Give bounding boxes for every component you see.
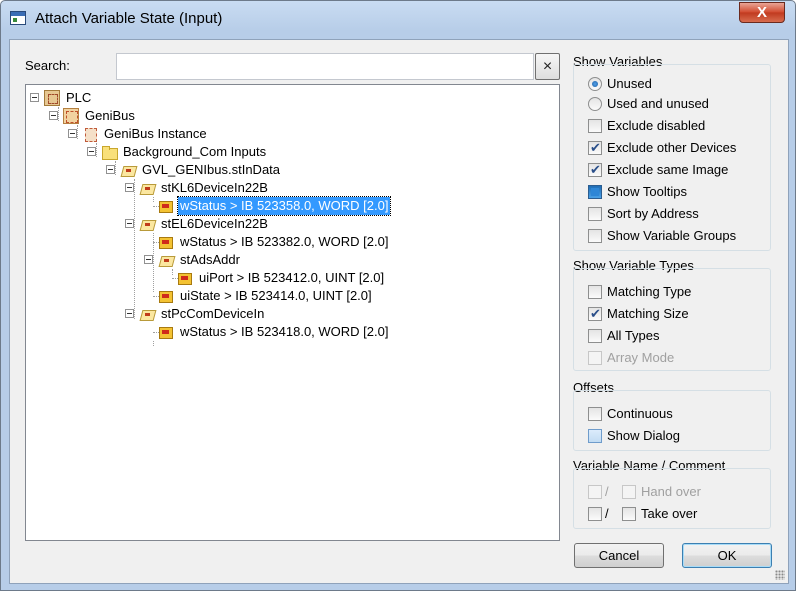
window-title: Attach Variable State (Input) (35, 10, 223, 27)
search-input[interactable] (116, 53, 534, 80)
collapse-toggle[interactable] (49, 111, 58, 120)
instance-icon (82, 126, 98, 142)
tree-connector (172, 269, 173, 275)
struct-icon (158, 252, 174, 268)
dialog-window: Attach Variable State (Input) X Search: … (0, 0, 796, 591)
checkbox-disabled (588, 485, 602, 499)
tree-node-label: stAdsAddr (180, 252, 240, 267)
tree-node-label: GVL_GENIbus.stInData (142, 162, 281, 177)
variable-icon (158, 324, 174, 340)
show-dialog-label: Show Dialog (607, 428, 680, 443)
collapse-toggle[interactable] (106, 165, 115, 174)
tree-node-label: Background_Com Inputs (123, 144, 267, 159)
tree-connector (58, 107, 59, 121)
variable-icon (158, 234, 174, 250)
hand-over-label: Hand over (641, 484, 701, 499)
collapse-toggle[interactable] (30, 93, 39, 102)
tree-connector (77, 125, 78, 139)
struct-icon (120, 162, 136, 178)
tree-connector (153, 197, 154, 202)
variable-tree[interactable]: PLC GeniBus GeniBus Instance Background_… (25, 84, 560, 541)
checkbox-indeterminate[interactable] (588, 185, 602, 199)
folder-icon (101, 144, 118, 160)
checkbox-disabled (588, 351, 602, 365)
collapse-toggle[interactable] (68, 129, 77, 138)
checkbox[interactable] (588, 285, 602, 299)
tree-node-label: uiState > IB 523414.0, UINT [2.0] (180, 288, 372, 303)
ok-button[interactable]: OK (682, 543, 772, 568)
plc-icon (44, 90, 60, 106)
bus-icon (63, 108, 79, 124)
checkbox-checked[interactable] (588, 305, 602, 323)
tree-connector (96, 143, 97, 157)
tree-connector (134, 179, 135, 319)
checkbox-hover[interactable] (588, 429, 602, 443)
collapse-toggle[interactable] (125, 219, 134, 228)
matching-size-label: Matching Size (607, 306, 689, 321)
tree-node-label: wStatus > IB 523418.0, WORD [2.0] (180, 324, 389, 339)
checkbox[interactable] (588, 229, 602, 243)
unused-radio-label: Unused (607, 76, 652, 91)
struct-icon (139, 216, 155, 232)
show-variable-groups-label: Show Variable Groups (607, 228, 737, 243)
struct-icon (139, 180, 155, 196)
show-tooltips-label: Show Tooltips (607, 184, 687, 199)
collapse-toggle[interactable] (144, 255, 153, 264)
variable-icon (177, 270, 193, 286)
struct-icon (139, 306, 155, 322)
take-over-label: Take over (641, 506, 698, 521)
tree-connector (115, 161, 116, 175)
clear-search-button[interactable]: × (535, 53, 560, 80)
variable-icon (158, 198, 174, 214)
used-and-unused-radio-label: Used and unused (607, 96, 709, 111)
tree-connector (153, 341, 154, 346)
variable-icon (158, 288, 174, 304)
close-button[interactable]: X (739, 2, 785, 23)
tree-node-label: stPcComDeviceIn (161, 306, 265, 321)
tree-node-label: wStatus > IB 523382.0, WORD [2.0] (180, 234, 389, 249)
take-over-checkbox[interactable] (622, 507, 636, 521)
checkbox[interactable] (588, 329, 602, 343)
separator-slash: / (605, 484, 609, 499)
window-icon (10, 11, 26, 25)
tree-node-label: stEL6DeviceIn22B (161, 216, 268, 231)
tree-node-label: stKL6DeviceIn22B (161, 180, 268, 195)
tree-node-label: GeniBus (85, 108, 135, 123)
cancel-button[interactable]: Cancel (574, 543, 664, 568)
radio-button[interactable] (588, 77, 602, 91)
search-label: Search: (25, 58, 70, 73)
checkbox[interactable] (588, 507, 602, 521)
collapse-toggle[interactable] (125, 183, 134, 192)
exclude-disabled-label: Exclude disabled (607, 118, 706, 133)
exclude-other-devices-label: Exclude other Devices (607, 140, 737, 155)
matching-type-label: Matching Type (607, 284, 692, 299)
sort-by-address-label: Sort by Address (607, 206, 699, 221)
checkbox-checked[interactable] (588, 161, 602, 179)
tree-node-label-selected: wStatus > IB 523358.0, WORD [2.0] (176, 196, 392, 216)
checkbox[interactable] (588, 407, 602, 421)
continuous-label: Continuous (607, 406, 673, 421)
all-types-label: All Types (607, 328, 660, 343)
checkbox[interactable] (588, 207, 602, 221)
checkbox-disabled (622, 485, 636, 499)
tree-node-label: PLC (66, 90, 92, 105)
radio-button[interactable] (588, 97, 602, 111)
separator-slash: / (605, 506, 609, 521)
tree-node-label: uiPort > IB 523412.0, UINT [2.0] (199, 270, 385, 285)
title-bar[interactable]: Attach Variable State (Input) X (1, 1, 795, 35)
tree-node-label: GeniBus Instance (104, 126, 207, 141)
collapse-toggle[interactable] (87, 147, 96, 156)
checkbox-checked[interactable] (588, 139, 602, 157)
dialog-client-area: Search: × PLC GeniBus GeniBus Instance B… (9, 39, 789, 584)
exclude-same-image-label: Exclude same Image (607, 162, 729, 177)
checkbox[interactable] (588, 119, 602, 133)
array-mode-label: Array Mode (607, 350, 675, 365)
resize-grip-icon[interactable] (775, 570, 785, 580)
collapse-toggle[interactable] (125, 309, 134, 318)
